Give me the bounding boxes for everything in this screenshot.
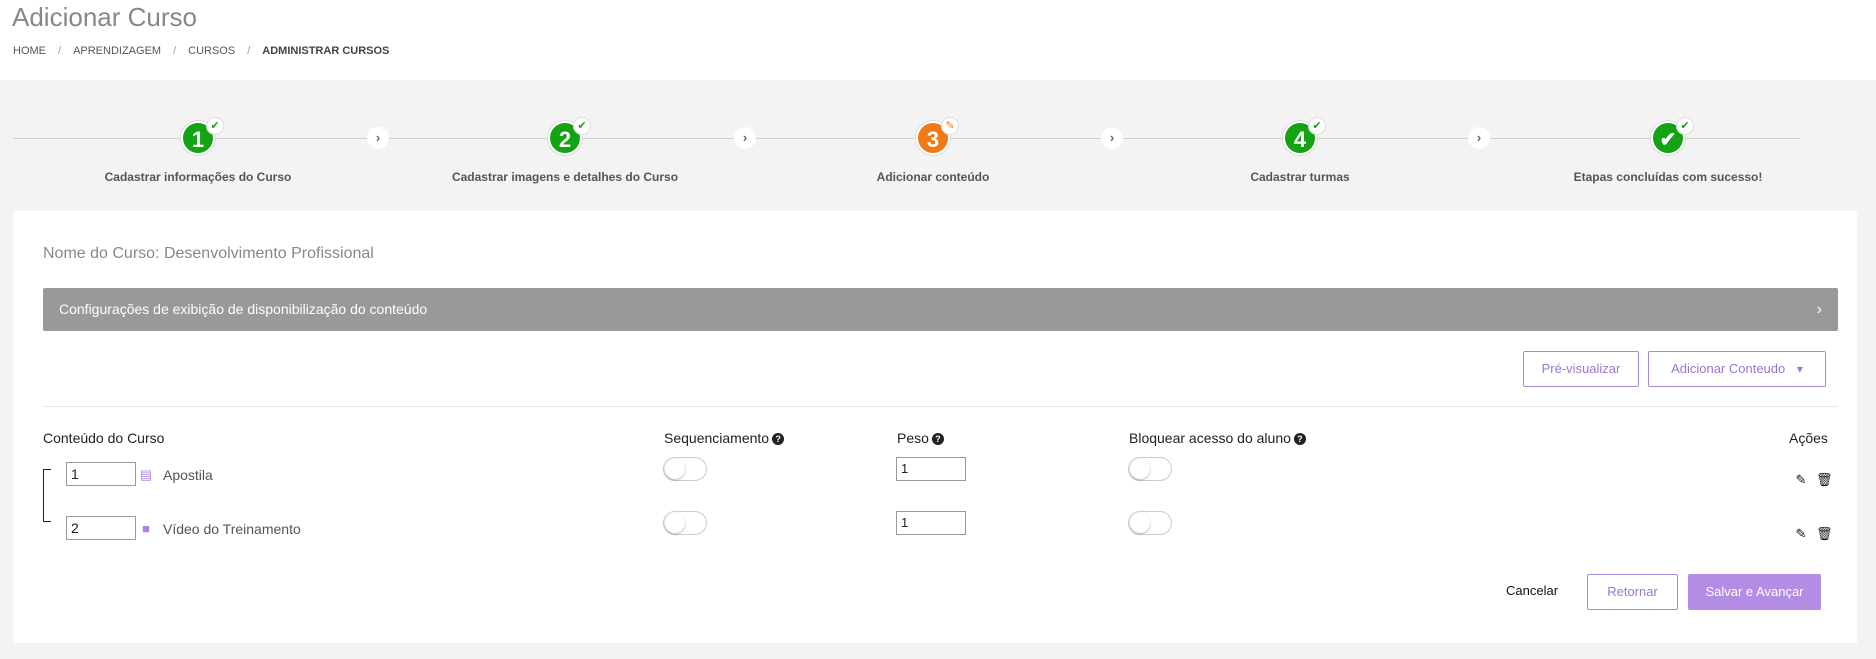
help-icon[interactable]: ? xyxy=(931,433,944,445)
block-access-toggle[interactable] xyxy=(1128,457,1172,481)
sequencing-toggle[interactable] xyxy=(663,511,707,535)
breadcrumb-separator: / xyxy=(58,45,62,57)
chevron-right-icon: › xyxy=(1816,301,1822,318)
course-name: Nome do Curso: Desenvolvimento Profissio… xyxy=(43,245,374,262)
page-title: Adicionar Curso xyxy=(12,2,197,32)
header-block-access: Bloquear acesso do aluno? xyxy=(1129,430,1306,446)
header-sequencing-label: Sequenciamento xyxy=(664,430,770,446)
chevron-right-icon: › xyxy=(734,127,756,149)
breadcrumb-separator: / xyxy=(247,45,251,57)
check-icon: ✔ xyxy=(1676,117,1694,135)
content-title: Vídeo do Treinamento xyxy=(163,521,301,537)
sequencing-toggle[interactable] xyxy=(663,457,707,481)
step-label: Cadastrar imagens e detalhes do Curso xyxy=(451,170,679,184)
edit-icon[interactable]: ✎ xyxy=(1794,473,1808,487)
breadcrumb-cursos[interactable]: CURSOS xyxy=(188,45,235,57)
block-access-toggle[interactable] xyxy=(1128,511,1172,535)
breadcrumb-current: ADMINISTRAR CURSOS xyxy=(262,45,390,57)
check-icon: ✔ xyxy=(1308,117,1326,135)
divider xyxy=(43,406,1838,407)
order-input[interactable]: 1 xyxy=(66,462,136,486)
trash-icon[interactable]: 🗑 xyxy=(1816,473,1833,487)
header-block-label: Bloquear acesso do aluno xyxy=(1129,430,1291,446)
add-content-label: Adicionar Conteudo xyxy=(1671,361,1786,376)
chevron-right-icon: › xyxy=(1468,127,1490,149)
step-label: Adicionar conteúdo xyxy=(876,170,990,184)
document-icon: ▤ xyxy=(139,467,153,482)
check-icon: ✔ xyxy=(206,117,224,135)
back-button[interactable]: Retornar xyxy=(1587,574,1678,610)
header-actions: Ações xyxy=(1789,430,1828,446)
help-icon[interactable]: ? xyxy=(1293,433,1306,445)
order-input[interactable]: 2 xyxy=(66,516,136,540)
check-icon: ✔ xyxy=(573,117,591,135)
weight-input[interactable]: 1 xyxy=(896,457,966,481)
save-advance-button[interactable]: Salvar e Avançar xyxy=(1688,574,1821,610)
video-icon: ■ xyxy=(142,521,150,536)
trash-icon[interactable]: 🗑 xyxy=(1816,527,1833,541)
page-header: Adicionar Curso HOME / APRENDIZAGEM / CU… xyxy=(0,0,1876,80)
cancel-button[interactable]: Cancelar xyxy=(1506,583,1558,598)
step-label: Cadastrar informações do Curso xyxy=(104,170,292,184)
edit-icon[interactable]: ✎ xyxy=(1794,527,1808,541)
pencil-icon: ✎ xyxy=(941,117,959,135)
chevron-right-icon: › xyxy=(1101,127,1123,149)
add-content-button[interactable]: Adicionar Conteudo ▾ xyxy=(1648,351,1826,387)
sequence-bracket xyxy=(43,469,51,522)
stepper-line xyxy=(13,138,1800,139)
weight-input[interactable]: 1 xyxy=(896,511,966,535)
help-icon[interactable]: ? xyxy=(772,433,785,445)
step-label: Etapas concluídas com sucesso! xyxy=(1573,170,1763,184)
breadcrumb-home[interactable]: HOME xyxy=(13,45,46,57)
chevron-right-icon: › xyxy=(367,127,389,149)
header-content: Conteúdo do Curso xyxy=(43,430,165,446)
accordion-label: Configurações de exibição de disponibili… xyxy=(59,301,428,317)
header-weight: Peso? xyxy=(897,430,944,446)
step-label: Cadastrar turmas xyxy=(1250,170,1350,184)
chevron-down-icon: ▾ xyxy=(1796,362,1803,376)
display-config-accordion[interactable]: Configurações de exibição de disponibili… xyxy=(43,288,1838,331)
content-title: Apostila xyxy=(163,467,213,483)
preview-button[interactable]: Pré-visualizar xyxy=(1523,351,1639,387)
header-weight-label: Peso xyxy=(897,430,929,446)
breadcrumb-aprendizagem[interactable]: APRENDIZAGEM xyxy=(73,45,161,57)
breadcrumb-separator: / xyxy=(173,45,177,57)
header-sequencing: Sequenciamento? xyxy=(664,430,785,446)
breadcrumb: HOME / APRENDIZAGEM / CURSOS / ADMINISTR… xyxy=(13,45,389,57)
course-content-card: Nome do Curso: Desenvolvimento Profissio… xyxy=(13,211,1857,643)
